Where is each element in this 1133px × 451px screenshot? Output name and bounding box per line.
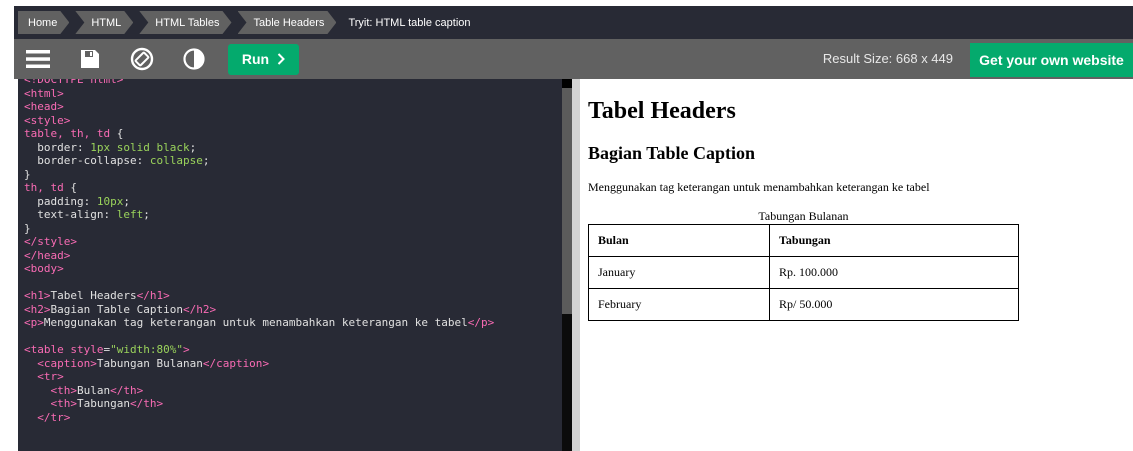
code-lines[interactable]: <!DOCTYPE html> <html> <head> <style> table,… xyxy=(18,79,562,424)
code-line[interactable]: <tr> xyxy=(24,370,562,384)
code-line[interactable]: <h2>Bagian Table Caption</h2> xyxy=(24,303,562,317)
code-line[interactable]: } xyxy=(24,222,562,236)
editor-scrollbar-thumb[interactable] xyxy=(562,88,572,314)
cell-month: February xyxy=(588,288,770,321)
table-row: February Rp/ 50.000 xyxy=(588,288,1019,321)
breadcrumb-bar: Home HTML HTML Tables Table Headers Tryi… xyxy=(14,6,1133,39)
code-line[interactable]: <head> xyxy=(24,100,562,114)
code-line[interactable]: <h1>Tabel Headers</h1> xyxy=(24,289,562,303)
result-paragraph: Menggunakan tag keterangan untuk menamba… xyxy=(588,180,930,194)
toolbar: Run Result Size: 668 x 449 Get your own … xyxy=(14,39,1133,79)
code-line[interactable]: </tr> xyxy=(24,411,562,425)
code-line[interactable]: } xyxy=(24,168,562,182)
rotate-icon[interactable] xyxy=(128,45,156,73)
code-line[interactable]: padding: 10px; xyxy=(24,195,562,209)
result-panel: Tabel Headers Bagian Table Caption Mengg… xyxy=(580,79,1133,451)
header-tabungan: Tabungan xyxy=(769,224,1019,257)
contrast-icon[interactable] xyxy=(180,45,208,73)
code-line[interactable]: <body> xyxy=(24,262,562,276)
run-label: Run xyxy=(241,51,270,67)
code-line[interactable]: <th>Bulan</th> xyxy=(24,384,562,398)
save-icon[interactable] xyxy=(76,45,104,73)
result-size: Result Size: 668 x 449 xyxy=(822,51,953,66)
code-line[interactable]: table, th, td { xyxy=(24,127,562,141)
cell-amount: Rp/ 50.000 xyxy=(769,288,1019,321)
result-subheading: Bagian Table Caption xyxy=(588,143,756,163)
code-line[interactable]: border: 1px solid black; xyxy=(24,141,562,155)
table-header-row: Bulan Tabungan xyxy=(588,224,1019,257)
breadcrumb-table-headers[interactable]: Table Headers xyxy=(238,11,337,34)
get-website-button[interactable]: Get your own website xyxy=(970,43,1133,77)
breadcrumb-current: Tryit: HTML table caption xyxy=(348,16,471,29)
code-line[interactable]: <!DOCTYPE html> xyxy=(24,79,562,87)
code-line[interactable]: <th>Tabungan</th> xyxy=(24,397,562,411)
run-button[interactable]: Run xyxy=(228,43,299,75)
code-line[interactable] xyxy=(24,330,562,344)
code-line[interactable]: border-collapse: collapse; xyxy=(24,154,562,168)
code-line[interactable]: <table style="width:80%"> xyxy=(24,343,562,357)
table-row: January Rp. 100.000 xyxy=(588,256,1019,289)
result-heading: Tabel Headers xyxy=(588,98,736,124)
code-line[interactable]: <style> xyxy=(24,114,562,128)
code-line[interactable] xyxy=(24,276,562,290)
code-line[interactable]: text-align: left; xyxy=(24,208,562,222)
table-caption: Tabungan Bulanan xyxy=(758,209,849,223)
breadcrumb: Home HTML HTML Tables Table Headers Tryi… xyxy=(14,6,1133,39)
code-line[interactable]: <html> xyxy=(24,87,562,101)
chevron-right-icon xyxy=(277,53,286,65)
code-line[interactable]: </style> xyxy=(24,235,562,249)
code-line[interactable]: <p>Menggunakan tag keterangan untuk mena… xyxy=(24,316,562,330)
panel-divider[interactable] xyxy=(572,79,580,451)
code-line[interactable]: <caption>Tabungan Bulanan</caption> xyxy=(24,357,562,371)
code-line[interactable]: th, td { xyxy=(24,181,562,195)
code-editor[interactable]: <!DOCTYPE html> <html> <head> <style> table,… xyxy=(18,79,562,451)
menu-icon[interactable] xyxy=(24,45,52,73)
scrollbar-top xyxy=(562,79,572,88)
breadcrumb-html-tables[interactable]: HTML Tables xyxy=(139,11,231,34)
savings-table: Bulan Tabungan January Rp. 100.000 Febru… xyxy=(588,224,1019,321)
cell-month: January xyxy=(588,256,770,289)
cell-amount: Rp. 100.000 xyxy=(769,256,1019,289)
code-line[interactable]: </head> xyxy=(24,249,562,263)
breadcrumb-home[interactable]: Home xyxy=(18,11,69,34)
breadcrumb-html[interactable]: HTML xyxy=(75,11,133,34)
header-bulan: Bulan xyxy=(588,224,770,257)
